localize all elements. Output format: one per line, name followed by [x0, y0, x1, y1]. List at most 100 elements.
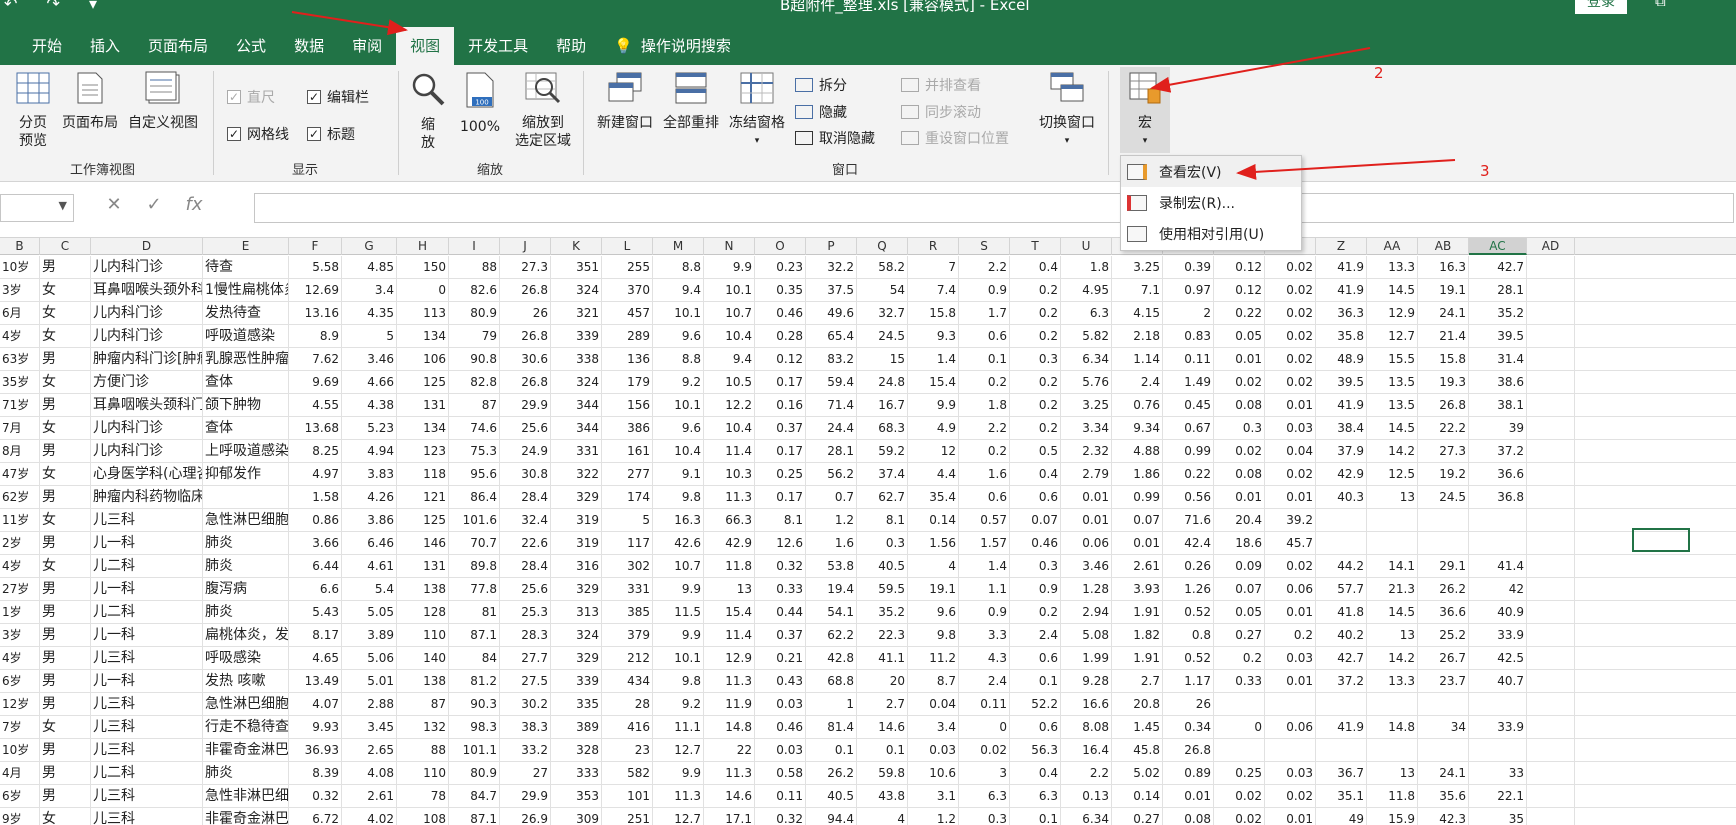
cell[interactable]: [1527, 555, 1575, 578]
cell[interactable]: 52.2: [1010, 693, 1061, 716]
cell[interactable]: 0.21: [755, 647, 806, 670]
cell[interactable]: 方便门诊: [91, 371, 203, 394]
cell[interactable]: 6岁: [0, 785, 40, 808]
cell[interactable]: 4.07: [289, 693, 342, 716]
cell[interactable]: 0.39: [1163, 256, 1214, 279]
hide-button[interactable]: 隐藏: [795, 102, 847, 122]
cell[interactable]: 161: [602, 440, 653, 463]
cell[interactable]: 30.2: [500, 693, 551, 716]
cell[interactable]: 27: [500, 762, 551, 785]
column-header-M[interactable]: M: [653, 238, 704, 255]
cell[interactable]: 4.38: [342, 394, 397, 417]
cell[interactable]: 316: [551, 555, 602, 578]
cell[interactable]: 68.3: [857, 417, 908, 440]
cell[interactable]: 0.1: [1010, 808, 1061, 825]
cell[interactable]: 8.08: [1061, 716, 1112, 739]
cell[interactable]: 0.01: [1061, 509, 1112, 532]
cell[interactable]: 0.2: [1214, 647, 1265, 670]
column-header-F[interactable]: F: [289, 238, 342, 255]
column-header-L[interactable]: L: [602, 238, 653, 255]
cell[interactable]: 0.08: [1214, 463, 1265, 486]
cell[interactable]: 29.1: [1418, 555, 1469, 578]
cell[interactable]: 耳鼻咽喉头颈外科: [91, 279, 203, 302]
cell[interactable]: 14.2: [1367, 647, 1418, 670]
cell[interactable]: 13.49: [289, 670, 342, 693]
cell[interactable]: 57.7: [1316, 578, 1367, 601]
cell[interactable]: 0.02: [1265, 555, 1316, 578]
cell[interactable]: 22.1: [1469, 785, 1527, 808]
cell[interactable]: 10.6: [908, 762, 959, 785]
cell[interactable]: 儿三科: [91, 647, 203, 670]
cell[interactable]: 9.4: [704, 348, 755, 371]
cell[interactable]: 16.7: [857, 394, 908, 417]
cell[interactable]: 71岁: [0, 394, 40, 417]
cell[interactable]: 男: [40, 601, 91, 624]
cell[interactable]: 儿二科: [91, 555, 203, 578]
cell[interactable]: 9.9: [653, 624, 704, 647]
cell[interactable]: 8.1: [755, 509, 806, 532]
cell[interactable]: 113: [397, 302, 449, 325]
cell[interactable]: 1: [806, 693, 857, 716]
cell[interactable]: 7岁: [0, 716, 40, 739]
cell[interactable]: 13.16: [289, 302, 342, 325]
cell[interactable]: 4.4: [908, 463, 959, 486]
cell[interactable]: 0.6: [959, 486, 1010, 509]
cell[interactable]: 查体: [203, 417, 289, 440]
enter-icon[interactable]: ✓: [134, 194, 174, 215]
cell[interactable]: 腹泻病: [203, 578, 289, 601]
cell[interactable]: 13.5: [1367, 394, 1418, 417]
cell[interactable]: 125: [397, 509, 449, 532]
cell[interactable]: 11.8: [1367, 785, 1418, 808]
cell[interactable]: 41.1: [857, 647, 908, 670]
cell[interactable]: 41.9: [1316, 716, 1367, 739]
cell[interactable]: 40.5: [857, 555, 908, 578]
cell[interactable]: 14.8: [704, 716, 755, 739]
cell[interactable]: 26.2: [1418, 578, 1469, 601]
tab-2[interactable]: 页面布局: [134, 27, 222, 65]
cell[interactable]: 0.3: [1010, 555, 1061, 578]
cell[interactable]: 2.65: [342, 739, 397, 762]
cell[interactable]: 0.23: [755, 256, 806, 279]
cell[interactable]: 37.2: [1316, 670, 1367, 693]
cell[interactable]: 31.4: [1469, 348, 1527, 371]
cell[interactable]: 4.35: [342, 302, 397, 325]
cell[interactable]: 8.7: [908, 670, 959, 693]
cell[interactable]: [1418, 509, 1469, 532]
cell[interactable]: 36.6: [1469, 463, 1527, 486]
cell[interactable]: 36.93: [289, 739, 342, 762]
cell[interactable]: 43.8: [857, 785, 908, 808]
cell[interactable]: 1.4: [959, 555, 1010, 578]
cell[interactable]: 1.91: [1112, 647, 1163, 670]
cell[interactable]: 查体: [203, 371, 289, 394]
cell[interactable]: 12.7: [1367, 325, 1418, 348]
column-header-E[interactable]: E: [203, 238, 289, 255]
cell[interactable]: 5.05: [342, 601, 397, 624]
cell[interactable]: [1527, 371, 1575, 394]
cell[interactable]: 24.1: [1418, 302, 1469, 325]
cell[interactable]: 0.25: [1214, 762, 1265, 785]
ribbon-display-icon[interactable]: ⧉: [1655, 0, 1666, 10]
cell[interactable]: 0.22: [1214, 302, 1265, 325]
zoom-100-button[interactable]: 100 100%: [456, 71, 504, 136]
cell[interactable]: 24.5: [1418, 486, 1469, 509]
cell[interactable]: 302: [602, 555, 653, 578]
cell[interactable]: [1265, 739, 1316, 762]
cell[interactable]: 0.01: [1265, 808, 1316, 825]
cell[interactable]: 324: [551, 371, 602, 394]
cell[interactable]: 2.4: [1010, 624, 1061, 647]
cell[interactable]: 0.02: [1214, 371, 1265, 394]
cell[interactable]: [1418, 532, 1469, 555]
cell[interactable]: 138: [397, 578, 449, 601]
cell[interactable]: 0.5: [1010, 440, 1061, 463]
tab-0[interactable]: 开始: [18, 27, 76, 65]
cell[interactable]: 59.5: [857, 578, 908, 601]
cell[interactable]: 9.8: [653, 486, 704, 509]
cell[interactable]: 331: [551, 440, 602, 463]
cell[interactable]: 3.25: [1112, 256, 1163, 279]
cell[interactable]: 9.6: [653, 417, 704, 440]
cell[interactable]: 1.28: [1061, 578, 1112, 601]
column-header-T[interactable]: T: [1010, 238, 1061, 255]
cell[interactable]: 9.8: [653, 670, 704, 693]
cell[interactable]: 9.34: [1112, 417, 1163, 440]
cell[interactable]: 110: [397, 762, 449, 785]
